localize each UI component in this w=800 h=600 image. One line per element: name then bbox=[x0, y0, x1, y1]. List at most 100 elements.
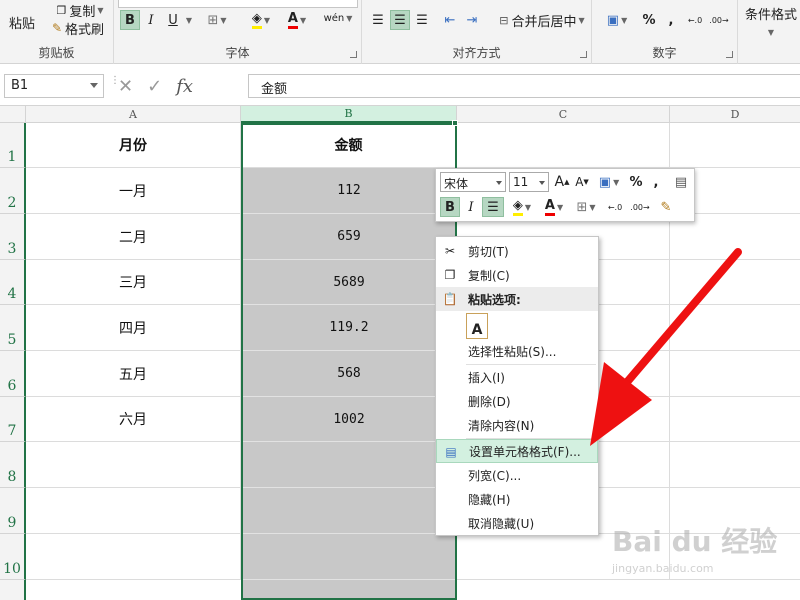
increase-decimal-button[interactable]: ←.0 bbox=[684, 10, 706, 30]
cell-b9[interactable] bbox=[241, 488, 457, 534]
mini-increase-decimal-button[interactable]: ←.0 bbox=[604, 197, 626, 217]
mini-center-button[interactable]: ☰ bbox=[482, 197, 504, 217]
cell-d10[interactable] bbox=[670, 534, 800, 580]
cell-a9[interactable] bbox=[26, 488, 241, 534]
comma-button[interactable]: , bbox=[664, 10, 678, 30]
merge-center-button[interactable]: ⊟ 合并后居中 ▼ bbox=[494, 10, 590, 30]
menu-item-unhide[interactable]: 取消隐藏(U) bbox=[436, 511, 598, 535]
menu-item-format-cells[interactable]: ▤ 设置单元格格式(F)... bbox=[436, 439, 598, 463]
column-header-c[interactable]: C bbox=[457, 106, 670, 123]
name-box[interactable]: B1 bbox=[4, 74, 104, 98]
increase-indent-button[interactable]: ⇥ bbox=[462, 10, 482, 30]
mini-font-name[interactable]: 宋体 bbox=[440, 172, 506, 192]
phonetic-button[interactable]: wén ▼ bbox=[320, 8, 356, 28]
shrink-font-button[interactable]: A ▼ bbox=[574, 172, 590, 192]
font-dialog-launcher[interactable] bbox=[350, 51, 357, 58]
mini-fill-color-button[interactable]: ◈ ▼ bbox=[508, 197, 536, 217]
align-left-button[interactable]: ☰ bbox=[368, 10, 388, 30]
menu-item-copy[interactable]: ❐ 复制(C) bbox=[436, 263, 598, 287]
mini-borders-button[interactable]: ⊞ ▼ bbox=[572, 197, 600, 217]
align-right-button[interactable]: ☰ bbox=[412, 10, 432, 30]
fill-handle[interactable] bbox=[452, 120, 458, 126]
row-header-9[interactable]: 9 bbox=[0, 488, 26, 534]
cell-a6[interactable]: 五月 bbox=[26, 351, 241, 397]
insert-function-icon[interactable]: fx bbox=[176, 76, 193, 97]
cell-a7[interactable]: 六月 bbox=[26, 397, 241, 442]
font-color-button[interactable]: A ▼ bbox=[282, 10, 312, 30]
mini-font-color-button[interactable]: A ▼ bbox=[540, 197, 568, 217]
accounting-format-button[interactable]: ▣ ▼ bbox=[602, 10, 632, 30]
borders-button[interactable]: ⊞ ▼ bbox=[202, 10, 232, 30]
bold-button[interactable]: B bbox=[120, 10, 140, 30]
cell-d4[interactable] bbox=[670, 260, 800, 305]
conditional-format-dropdown[interactable]: ▼ bbox=[764, 22, 776, 42]
cell-a3[interactable]: 二月 bbox=[26, 214, 241, 260]
decrease-indent-button[interactable]: ⇤ bbox=[440, 10, 460, 30]
row-header-6[interactable]: 6 bbox=[0, 351, 26, 397]
row-header-2[interactable]: 2 bbox=[0, 168, 26, 214]
row-header-11[interactable] bbox=[0, 580, 26, 600]
menu-item-cut[interactable]: ✂ 剪切(T) bbox=[436, 239, 598, 263]
cell-d8[interactable] bbox=[670, 442, 800, 488]
column-header-b[interactable]: B bbox=[241, 106, 457, 123]
format-painter-button[interactable]: ✎ 格式刷 bbox=[48, 18, 108, 38]
mini-accounting-button[interactable]: ▣ ▼ bbox=[594, 172, 624, 192]
mini-bold-button[interactable]: B bbox=[440, 197, 460, 217]
row-header-1[interactable]: 1 bbox=[0, 123, 26, 168]
paste-button[interactable]: 粘贴 bbox=[6, 4, 38, 32]
cell-b3[interactable]: 659 bbox=[241, 214, 457, 260]
column-header-d[interactable]: D bbox=[670, 106, 800, 123]
cell-b7[interactable]: 1002 bbox=[241, 397, 457, 442]
menu-item-delete[interactable]: 删除(D) bbox=[436, 389, 598, 413]
cell-d6[interactable] bbox=[670, 351, 800, 397]
menu-item-hide[interactable]: 隐藏(H) bbox=[436, 487, 598, 511]
cancel-icon[interactable]: ✕ bbox=[118, 76, 133, 97]
row-header-10[interactable]: 10 bbox=[0, 534, 26, 580]
row-header-3[interactable]: 3 bbox=[0, 214, 26, 260]
number-dialog-launcher[interactable] bbox=[726, 51, 733, 58]
mini-format-table-button[interactable]: ▤ bbox=[672, 172, 690, 192]
mini-percent-button[interactable]: % bbox=[628, 172, 644, 192]
mini-format-painter-button[interactable]: ✎ bbox=[656, 197, 676, 217]
cell-b4[interactable]: 5689 bbox=[241, 260, 457, 305]
underline-button[interactable]: U bbox=[164, 10, 182, 30]
cell-c10[interactable] bbox=[457, 534, 670, 580]
enter-icon[interactable]: ✓ bbox=[147, 76, 162, 97]
italic-button[interactable]: I bbox=[142, 10, 160, 30]
select-all-corner[interactable] bbox=[0, 106, 26, 123]
cell-d5[interactable] bbox=[670, 305, 800, 351]
cell-a5[interactable]: 四月 bbox=[26, 305, 241, 351]
grow-font-button[interactable]: A ▲ bbox=[554, 172, 570, 192]
mini-comma-button[interactable]: , bbox=[650, 172, 662, 192]
copy-button[interactable]: ❐ 复制 ▼ bbox=[50, 0, 110, 20]
cell-d1[interactable] bbox=[670, 123, 800, 168]
cell-c1[interactable] bbox=[457, 123, 670, 168]
cell-d9[interactable] bbox=[670, 488, 800, 534]
cell-a1[interactable]: 月份 bbox=[26, 123, 241, 168]
cell-b10[interactable] bbox=[241, 534, 457, 580]
underline-dropdown[interactable]: ▼ bbox=[182, 10, 194, 30]
row-header-7[interactable]: 7 bbox=[0, 397, 26, 442]
menu-item-paste-special[interactable]: 选择性粘贴(S)... bbox=[436, 339, 598, 363]
cell-a10[interactable] bbox=[26, 534, 241, 580]
formula-input[interactable]: 金额 bbox=[248, 74, 800, 98]
mini-font-size[interactable]: 11 bbox=[509, 172, 549, 192]
cell-b11[interactable] bbox=[241, 580, 457, 600]
alignment-dialog-launcher[interactable] bbox=[580, 51, 587, 58]
mini-decrease-decimal-button[interactable]: .00→ bbox=[628, 197, 652, 217]
menu-item-insert[interactable]: 插入(I) bbox=[436, 365, 598, 389]
cell-b5[interactable]: 119.2 bbox=[241, 305, 457, 351]
cell-b8[interactable] bbox=[241, 442, 457, 488]
mini-italic-button[interactable]: I bbox=[462, 197, 480, 217]
fill-color-button[interactable]: ◈ ▼ bbox=[246, 10, 276, 30]
cell-b2[interactable]: 112 bbox=[241, 168, 457, 214]
row-header-5[interactable]: 5 bbox=[0, 305, 26, 351]
conditional-format-button[interactable]: 条件格式 bbox=[742, 4, 800, 23]
percent-button[interactable]: % bbox=[640, 10, 658, 30]
row-header-4[interactable]: 4 bbox=[0, 260, 26, 305]
cell-b6[interactable]: 568 bbox=[241, 351, 457, 397]
cell-d7[interactable] bbox=[670, 397, 800, 442]
column-header-a[interactable]: A bbox=[26, 106, 241, 123]
align-center-button[interactable]: ☰ bbox=[390, 10, 410, 30]
cell-a2[interactable]: 一月 bbox=[26, 168, 241, 214]
